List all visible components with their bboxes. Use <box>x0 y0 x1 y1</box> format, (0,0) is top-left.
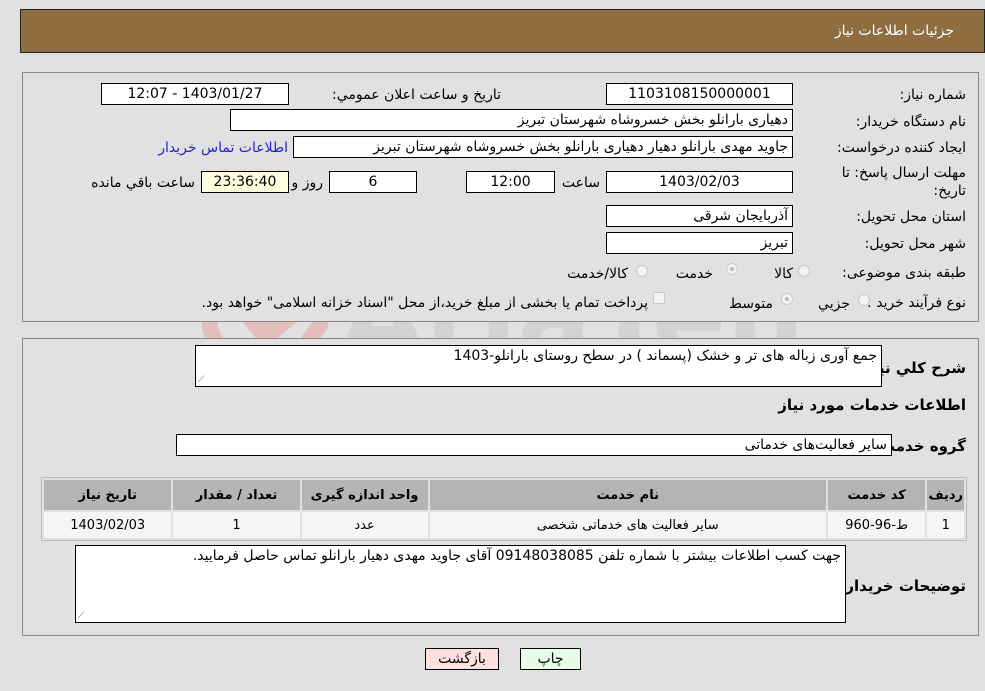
description-text: جمع آوری زباله های تر و خشک (پسماند ) در… <box>453 348 877 364</box>
deadline-time-field: 12:00 <box>466 171 555 193</box>
process-label: نوع فرآیند خرید : <box>867 295 966 311</box>
category-radio-goods[interactable] <box>798 265 810 277</box>
days-label: روز و <box>291 175 324 191</box>
process-radio-medium[interactable] <box>781 293 793 305</box>
services-heading: اطلاعات خدمات مورد نياز <box>778 396 966 414</box>
category-label: طبقه بندی موضوعی: <box>842 265 966 281</box>
deadline-date-field: 1403/02/03 <box>606 171 793 193</box>
buyer-org-label: نام دستگاه خریدار: <box>855 114 966 130</box>
category-option-goods-service: کالا/خدمت <box>567 266 628 282</box>
need-number-field: 1103108150000001 <box>606 83 793 105</box>
need-number-label: شماره نیاز: <box>899 87 967 103</box>
page-header: جزئیات اطلاعات نیاز <box>20 9 985 53</box>
deadline-label: مهلت ارسال پاسخ: تا <box>841 165 966 181</box>
back-button[interactable]: بازگشت <box>425 648 499 670</box>
treasury-checkbox[interactable] <box>653 292 665 304</box>
buyer-notes-textarea[interactable]: جهت کسب اطلاعات بیشتر با شماره تلفن 0914… <box>75 545 846 623</box>
table-header-row: رديف کد خدمت نام خدمت واحد اندازه گیری ت… <box>44 480 964 510</box>
col-header-row-number: رديف <box>927 480 964 510</box>
services-table: رديف کد خدمت نام خدمت واحد اندازه گیری ت… <box>41 477 967 541</box>
city-field: تبریز <box>606 232 793 254</box>
resize-grip-icon[interactable]: ⟋ <box>198 375 204 385</box>
col-header-service-name: نام خدمت <box>429 480 826 510</box>
announce-label: تاريخ و ساعت اعلان عمومي: <box>332 87 501 103</box>
province-field: آذربایجان شرقی <box>606 205 793 227</box>
buyer-notes-label: توضيحات خريدار: <box>839 577 966 595</box>
category-option-service: خدمت <box>675 266 713 282</box>
table-row: 1 ط-96-960 سایر فعالیت های خدماتی شخصی ع… <box>44 512 964 538</box>
treasury-note: پرداخت تمام یا بخشی از مبلغ خرید،از محل … <box>201 295 648 311</box>
category-option-goods: کالا <box>774 266 793 282</box>
buyer-org-field: دهیاری بارانلو بخش خسروشاه شهرستان تبریز <box>230 109 793 131</box>
time-label: ساعت <box>561 175 600 191</box>
days-remaining-field: 6 <box>329 171 417 193</box>
city-label: شهر محل تحویل: <box>864 236 966 252</box>
need-details-panel: شماره نیاز: 1103108150000001 تاريخ و ساع… <box>22 72 979 322</box>
creator-label: ایجاد کننده درخواست: <box>837 140 966 156</box>
category-radio-service[interactable] <box>726 263 738 275</box>
creator-field: جاوید مهدی بارانلو دهیار دهیاری بارانلو … <box>293 136 793 158</box>
announce-datetime-field: 1403/01/27 - 12:07 <box>101 83 289 105</box>
deadline-label-2: تاریخ: <box>933 183 966 199</box>
cell-need-date: 1403/02/03 <box>44 512 172 538</box>
need-info-panel: شرح كلي نياز: جمع آوری زباله های تر و خش… <box>22 338 979 636</box>
process-option-minor: جزيي <box>818 296 850 312</box>
process-radio-minor[interactable] <box>858 294 870 306</box>
cell-unit: عدد <box>301 512 428 538</box>
province-label: استان محل تحویل: <box>856 209 966 225</box>
category-radio-goods-service[interactable] <box>636 265 648 277</box>
print-button[interactable]: چاپ <box>520 648 581 670</box>
service-group-field: سایر فعالیت‌های خدماتی <box>176 434 892 456</box>
buyer-notes-text: جهت کسب اطلاعات بیشتر با شماره تلفن 0914… <box>192 548 841 564</box>
description-textarea[interactable]: جمع آوری زباله های تر و خشک (پسماند ) در… <box>195 345 882 387</box>
buyer-contact-link[interactable]: اطلاعات تماس خریدار <box>158 140 288 156</box>
cell-service-name: سایر فعالیت های خدماتی شخصی <box>429 512 826 538</box>
resize-grip-icon[interactable]: ⟋ <box>78 611 84 621</box>
cell-row-number: 1 <box>927 512 964 538</box>
process-option-medium: متوسط <box>729 296 773 312</box>
col-header-service-code: کد خدمت <box>827 480 926 510</box>
page-title: جزئیات اطلاعات نیاز <box>834 23 954 39</box>
cell-service-code: ط-96-960 <box>827 512 926 538</box>
col-header-need-date: تاریخ نیاز <box>44 480 172 510</box>
remaining-time-field: 23:36:40 <box>201 171 289 193</box>
cell-quantity: 1 <box>173 512 300 538</box>
col-header-unit: واحد اندازه گیری <box>301 480 428 510</box>
col-header-quantity: تعداد / مقدار <box>173 480 300 510</box>
remaining-label: ساعت باقي مانده <box>91 175 195 191</box>
